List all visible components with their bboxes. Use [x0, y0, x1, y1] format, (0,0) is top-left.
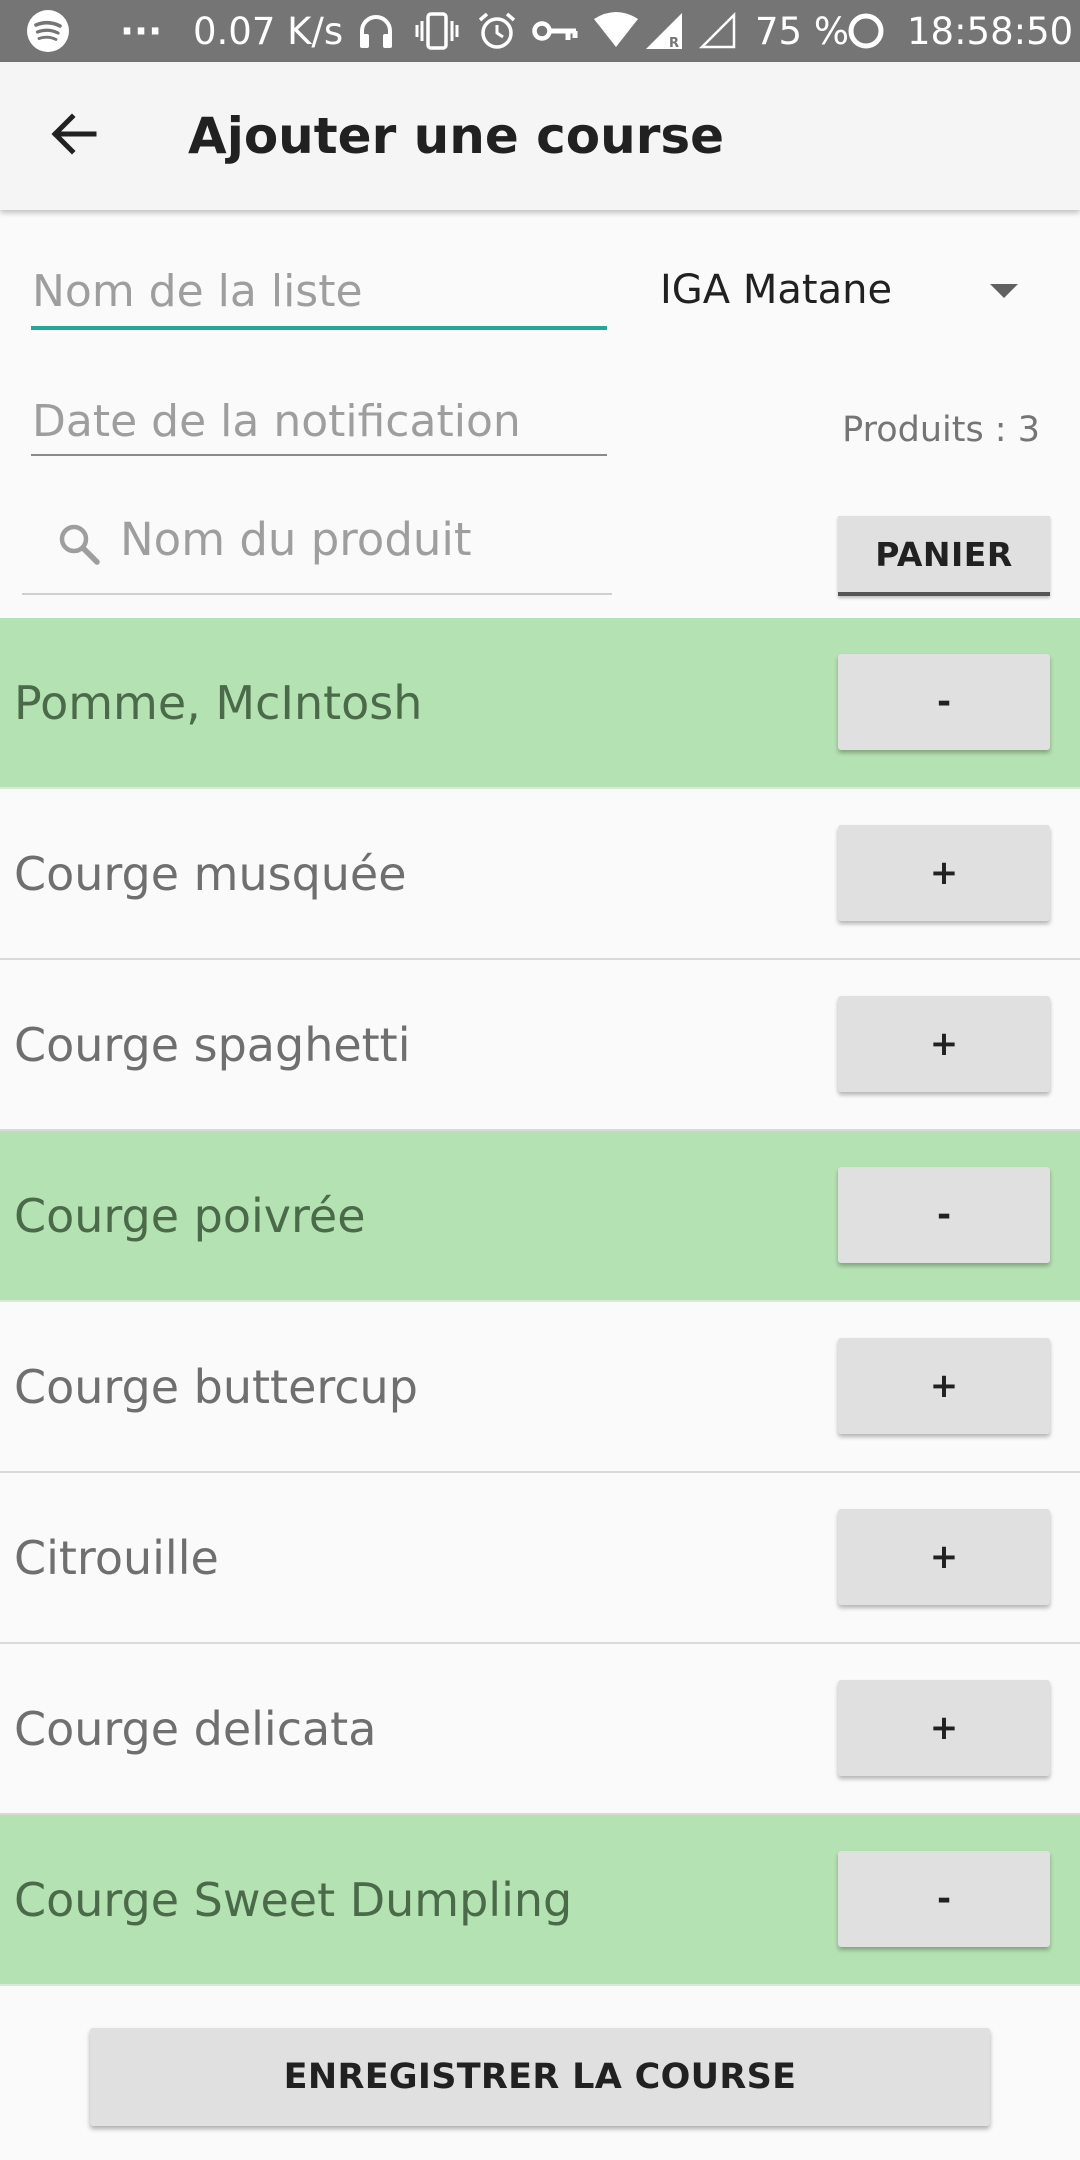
- search-underline: [22, 593, 612, 595]
- product-row: Courge Sweet Dumpling -: [0, 1815, 1080, 1986]
- search-input[interactable]: Nom du produit: [120, 513, 472, 566]
- svg-text:R: R: [669, 36, 679, 51]
- spotify-icon: [26, 0, 70, 62]
- battery-ring-icon: [846, 0, 886, 62]
- product-row: Courge poivrée -: [0, 1131, 1080, 1302]
- remove-product-button[interactable]: -: [838, 1167, 1050, 1263]
- network-speed: 0.07 K/s: [193, 9, 344, 53]
- notification-date-input[interactable]: Date de la notification: [32, 388, 604, 454]
- cart-button[interactable]: PANIER: [838, 516, 1050, 596]
- list-name-input[interactable]: Nom de la liste: [32, 258, 604, 324]
- add-product-button[interactable]: +: [838, 1509, 1050, 1605]
- remove-product-button[interactable]: -: [838, 1851, 1050, 1947]
- vibrate-icon: [414, 0, 460, 62]
- dropdown-arrow-icon: [990, 284, 1018, 298]
- arrow-back-icon: [50, 112, 98, 160]
- product-name: Courge spaghetti: [14, 1017, 411, 1072]
- list-name-underline: [31, 326, 607, 330]
- add-product-button[interactable]: +: [838, 1338, 1050, 1434]
- clock: 18:58:50: [907, 9, 1074, 53]
- status-bar: ··· 0.07 K/s R 75 % 18:58:50: [0, 0, 1080, 62]
- signal-roaming-icon: R: [644, 0, 686, 62]
- battery-percent: 75 %: [755, 9, 849, 53]
- add-product-button[interactable]: +: [838, 1680, 1050, 1776]
- store-selected: IGA Matane: [660, 267, 893, 313]
- product-name: Citrouille: [14, 1530, 219, 1585]
- product-list: Pomme, McIntosh - Courge musquée + Courge sp…: [0, 618, 1080, 1986]
- vpn-key-icon: [532, 0, 578, 62]
- signal-empty-icon: [698, 0, 738, 62]
- product-row: Courge musquée +: [0, 789, 1080, 960]
- product-row: Courge delicata +: [0, 1644, 1080, 1815]
- search-field[interactable]: Nom du produit: [22, 505, 612, 595]
- product-row: Citrouille +: [0, 1473, 1080, 1644]
- wifi-icon: [592, 0, 640, 62]
- add-product-button[interactable]: +: [838, 825, 1050, 921]
- product-name: Courge delicata: [14, 1701, 377, 1756]
- overflow-indicator: ···: [120, 9, 163, 53]
- app-bar: Ajouter une course: [0, 62, 1080, 210]
- notification-date-underline: [31, 454, 607, 456]
- store-dropdown[interactable]: IGA Matane: [660, 255, 1060, 325]
- alarm-icon: [476, 0, 518, 62]
- headphones-icon: [356, 0, 396, 62]
- remove-product-button[interactable]: -: [838, 654, 1050, 750]
- save-course-button[interactable]: ENREGISTRER LA COURSE: [90, 2028, 990, 2126]
- product-name: Pomme, McIntosh: [14, 675, 423, 730]
- page-title: Ajouter une course: [188, 107, 725, 165]
- product-name: Courge poivrée: [14, 1188, 366, 1243]
- product-name: Courge musquée: [14, 846, 407, 901]
- product-row: Pomme, McIntosh -: [0, 618, 1080, 789]
- product-name: Courge buttercup: [14, 1359, 418, 1414]
- product-count: Produits : 3: [842, 410, 1040, 450]
- back-button[interactable]: [38, 106, 110, 166]
- product-row: Courge spaghetti +: [0, 960, 1080, 1131]
- search-icon: [56, 521, 102, 571]
- product-row: Courge buttercup +: [0, 1302, 1080, 1473]
- add-product-button[interactable]: +: [838, 996, 1050, 1092]
- product-name: Courge Sweet Dumpling: [14, 1872, 573, 1927]
